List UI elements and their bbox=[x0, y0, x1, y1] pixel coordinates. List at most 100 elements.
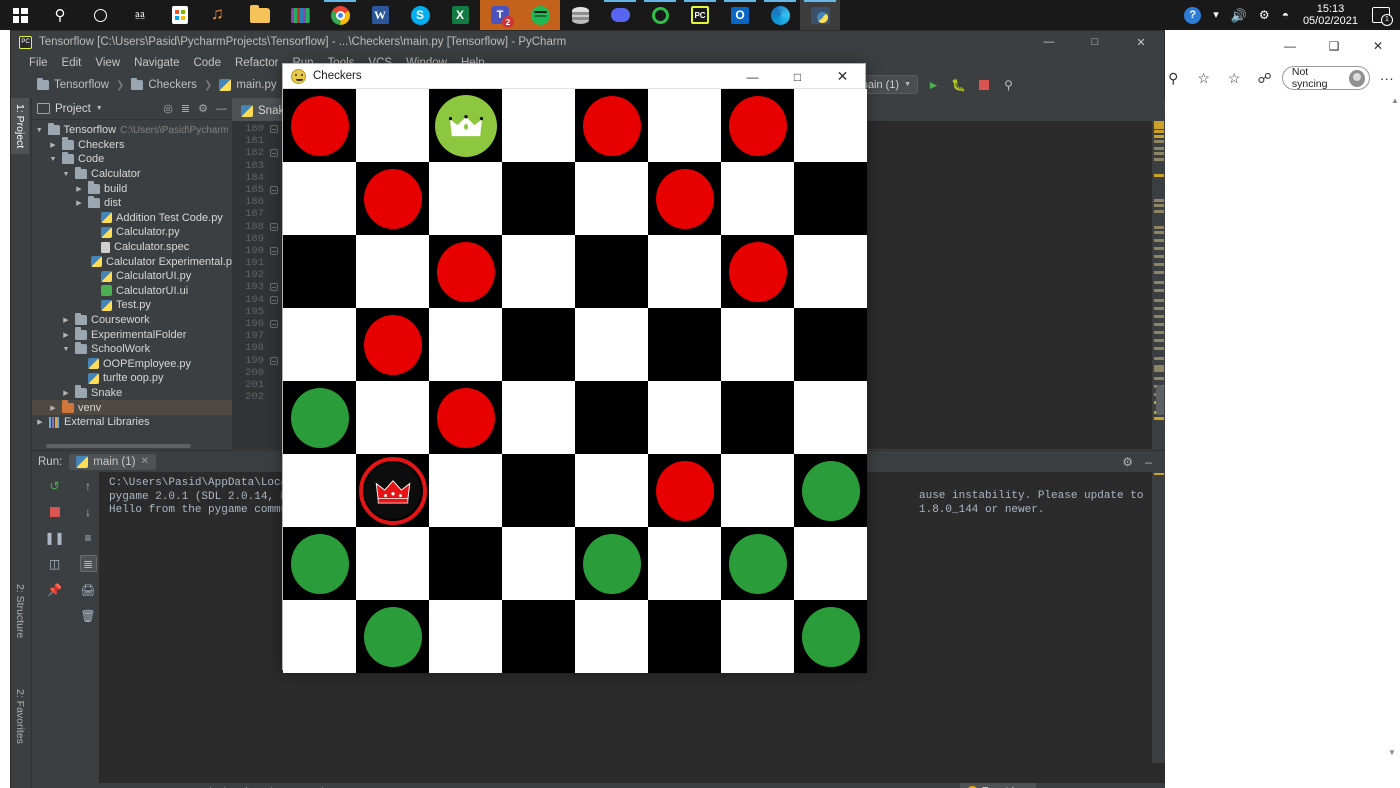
checker-piece-red[interactable] bbox=[437, 242, 495, 302]
hide-icon[interactable]: — bbox=[216, 103, 227, 115]
board-square-5-2[interactable] bbox=[429, 454, 502, 527]
board-square-4-3[interactable] bbox=[502, 381, 575, 454]
tree-node[interactable]: ▶Checkers bbox=[32, 138, 232, 153]
board-square-3-2[interactable] bbox=[429, 308, 502, 381]
board-square-5-4[interactable] bbox=[575, 454, 648, 527]
code-fold-icon[interactable] bbox=[270, 247, 278, 255]
edge-scrollbar-up[interactable]: ▲ bbox=[1390, 96, 1400, 108]
chevron-right-icon[interactable]: ▶ bbox=[61, 389, 71, 397]
breadcrumb-item-project[interactable]: Tensorflow bbox=[54, 79, 109, 91]
favorites-icon[interactable]: ☆ bbox=[1221, 64, 1247, 92]
sidebar-item-favorites[interactable]: 2: Favorites bbox=[11, 683, 29, 750]
board-square-3-5[interactable] bbox=[648, 308, 721, 381]
tree-node[interactable]: ▶venv bbox=[32, 400, 232, 415]
checker-piece-green[interactable] bbox=[364, 607, 422, 667]
checker-piece-red[interactable] bbox=[729, 242, 787, 302]
soft-wrap-icon[interactable]: ≡ bbox=[80, 529, 97, 546]
discord-button[interactable] bbox=[600, 0, 640, 30]
board-square-2-3[interactable] bbox=[502, 235, 575, 308]
board-square-5-3[interactable] bbox=[502, 454, 575, 527]
board-square-5-5[interactable] bbox=[648, 454, 721, 527]
edge-minimize-button[interactable]: — bbox=[1268, 32, 1312, 60]
board-square-2-6[interactable] bbox=[721, 235, 794, 308]
event-log-button[interactable]: 1 Event Log bbox=[960, 783, 1036, 788]
debug-icon[interactable]: 🐛 bbox=[949, 75, 968, 94]
microsoft-edge-button[interactable] bbox=[760, 0, 800, 30]
board-square-5-1[interactable] bbox=[356, 454, 429, 527]
microsoft-store-button[interactable] bbox=[160, 0, 200, 30]
tree-node[interactable]: Calculator.spec bbox=[32, 240, 232, 255]
board-square-2-1[interactable] bbox=[356, 235, 429, 308]
clock[interactable]: 15:13 05/02/2021 bbox=[1295, 3, 1366, 27]
edge-maximize-button[interactable]: ❑ bbox=[1312, 32, 1356, 60]
gear-icon[interactable]: ⚙ bbox=[1122, 455, 1133, 469]
cortana-button[interactable] bbox=[80, 0, 120, 30]
checker-piece-red[interactable] bbox=[364, 315, 422, 375]
gear-icon[interactable]: ⚙ bbox=[198, 102, 208, 115]
edge-close-button[interactable]: ✕ bbox=[1356, 32, 1400, 60]
tree-node[interactable]: Test.py bbox=[32, 298, 232, 313]
editor-scrollbar-thumb[interactable] bbox=[1156, 385, 1164, 415]
winrar-button[interactable] bbox=[280, 0, 320, 30]
board-square-0-0[interactable] bbox=[283, 89, 356, 162]
board-square-1-4[interactable] bbox=[575, 162, 648, 235]
outlook-button[interactable]: O bbox=[720, 0, 760, 30]
pycharm-minimize-button[interactable]: — bbox=[1026, 31, 1072, 53]
board-square-7-2[interactable] bbox=[429, 600, 502, 673]
board-square-7-5[interactable] bbox=[648, 600, 721, 673]
checkers-minimize-button[interactable]: — bbox=[730, 64, 775, 89]
tree-node[interactable]: CalculatorUI.py bbox=[32, 269, 232, 284]
action-center-button[interactable]: 1 bbox=[1366, 0, 1396, 30]
skype-button[interactable]: S bbox=[400, 0, 440, 30]
chevron-right-icon[interactable]: ▶ bbox=[48, 404, 58, 412]
chevron-right-icon[interactable]: ▶ bbox=[35, 418, 45, 426]
python-window-button[interactable] bbox=[800, 0, 840, 30]
board-square-1-6[interactable] bbox=[721, 162, 794, 235]
checker-piece-red[interactable] bbox=[729, 96, 787, 156]
chevron-right-icon[interactable]: ▶ bbox=[48, 141, 58, 149]
target-icon[interactable]: ◎ bbox=[163, 102, 173, 115]
edge-scrollbar-down[interactable]: ▼ bbox=[1386, 748, 1398, 760]
board-square-7-1[interactable] bbox=[356, 600, 429, 673]
menu-item-refactor[interactable]: Refactor bbox=[235, 57, 278, 69]
wifi-icon[interactable]: ◓ bbox=[1276, 0, 1295, 30]
tree-node[interactable]: ▶Snake bbox=[32, 386, 232, 401]
board-square-2-7[interactable] bbox=[794, 235, 867, 308]
chevron-down-icon[interactable]: ▼ bbox=[35, 127, 44, 134]
task-view-button[interactable]: ⎂ bbox=[120, 0, 160, 30]
tree-node[interactable]: ▼TensorflowC:\Users\Pasid\PycharmProj bbox=[32, 123, 232, 138]
chevron-up-icon[interactable]: ▾ bbox=[1207, 0, 1225, 30]
board-square-3-6[interactable] bbox=[721, 308, 794, 381]
menu-item-view[interactable]: View bbox=[95, 57, 120, 69]
pycharm-close-button[interactable]: ✕ bbox=[1118, 31, 1164, 53]
microsoft-excel-button[interactable]: X bbox=[440, 0, 480, 30]
trash-icon[interactable]: 🗑 bbox=[80, 607, 97, 624]
tree-node[interactable]: ▶dist bbox=[32, 196, 232, 211]
board-square-0-1[interactable] bbox=[356, 89, 429, 162]
tree-node[interactable]: ▼Code bbox=[32, 152, 232, 167]
board-square-0-4[interactable] bbox=[575, 89, 648, 162]
code-fold-icon[interactable] bbox=[270, 186, 278, 194]
board-square-2-2[interactable] bbox=[429, 235, 502, 308]
checker-piece-green[interactable] bbox=[802, 607, 860, 667]
menu-item-file[interactable]: File bbox=[29, 57, 48, 69]
board-square-0-2[interactable] bbox=[429, 89, 502, 162]
favorites-add-icon[interactable]: ☆ bbox=[1190, 64, 1216, 92]
tree-node[interactable]: Calculator Experimental.py bbox=[32, 254, 232, 269]
edge-more-button[interactable]: ··· bbox=[1374, 64, 1400, 92]
groove-music-button[interactable] bbox=[200, 0, 240, 30]
chevron-right-icon[interactable]: ▶ bbox=[61, 316, 71, 324]
spotify-button[interactable] bbox=[520, 0, 560, 30]
editor-error-stripe[interactable] bbox=[1152, 121, 1165, 449]
checker-piece-green[interactable] bbox=[729, 534, 787, 594]
tree-node[interactable]: ▶External Libraries bbox=[32, 415, 232, 430]
help-icon[interactable]: ? bbox=[1178, 0, 1207, 30]
scroll-to-end-icon[interactable]: ≣ bbox=[80, 555, 97, 572]
rerun-icon[interactable]: ↺ bbox=[46, 477, 63, 494]
board-square-6-7[interactable] bbox=[794, 527, 867, 600]
sidebar-item-project[interactable]: 1: Project bbox=[11, 98, 29, 154]
run-console-error-stripe[interactable] bbox=[1152, 451, 1165, 763]
board-square-6-2[interactable] bbox=[429, 527, 502, 600]
pause-icon[interactable]: ❚❚ bbox=[46, 529, 63, 546]
board-square-4-0[interactable] bbox=[283, 381, 356, 454]
